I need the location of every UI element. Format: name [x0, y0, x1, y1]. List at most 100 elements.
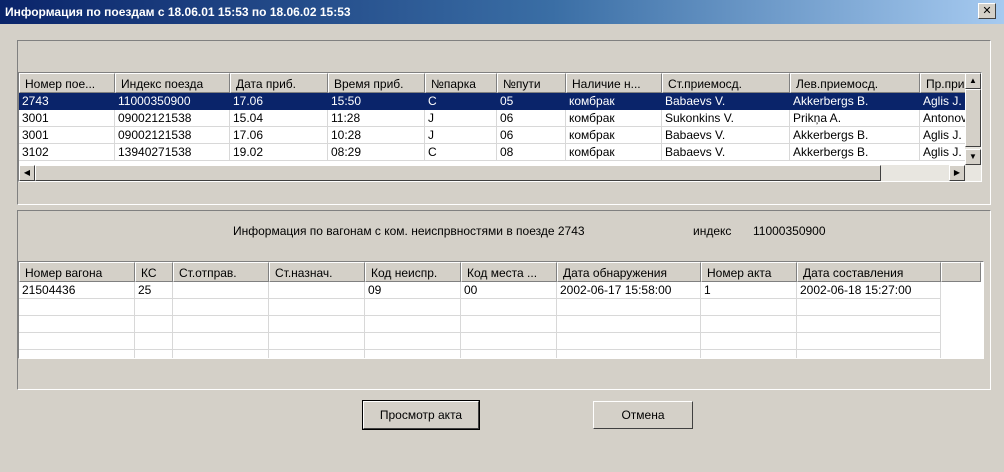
wagons-grid-header: Номер вагона КС Ст.отправ. Ст.назнач. Код не…	[19, 262, 981, 282]
arrow-up-icon: ▲	[969, 76, 977, 85]
wagons-table-cell	[269, 299, 365, 316]
trains-table-cell: 10:28	[328, 127, 425, 144]
wagons-table-cell	[19, 350, 135, 358]
wagons-table-cell: 25	[135, 282, 173, 299]
trains-table-cell: 3102	[19, 144, 115, 161]
wagons-table-cell	[797, 316, 941, 333]
trains-grid[interactable]: Номер пое... Индекс поезда Дата приб. Время…	[18, 72, 982, 182]
trains-column-header[interactable]: Лев.приемосд.	[790, 73, 920, 93]
wagons-table-cell	[365, 299, 461, 316]
trains-table-cell: 06	[497, 127, 566, 144]
wagons-table-cell	[269, 350, 365, 358]
wagons-table-cell	[797, 299, 941, 316]
trains-table-row[interactable]: 3001 09002121538 15.04 11:28 J 06 комбрак Sukon…	[19, 110, 980, 127]
wagons-table-cell	[135, 333, 173, 350]
trains-horizontal-scrollbar[interactable]: ◀ ▶	[19, 165, 981, 181]
close-button[interactable]: ✕	[978, 3, 996, 19]
wagons-table-cell	[797, 350, 941, 358]
wagons-table-cell	[269, 282, 365, 299]
scroll-left-button[interactable]: ◀	[19, 165, 35, 181]
trains-table-cell: 17.06	[230, 93, 328, 110]
wagons-table-cell	[701, 350, 797, 358]
trains-column-header[interactable]: Время приб.	[328, 73, 425, 93]
arrow-down-icon: ▼	[969, 152, 977, 161]
wagons-table-row[interactable]	[19, 299, 941, 316]
trains-table-cell: 11000350900	[115, 93, 230, 110]
trains-table-cell: 13940271538	[115, 144, 230, 161]
trains-table-cell: комбрак	[566, 144, 662, 161]
wagons-table-cell	[173, 333, 269, 350]
scroll-up-button[interactable]: ▲	[965, 73, 981, 89]
wagons-table-cell: 09	[365, 282, 461, 299]
wagons-table-cell	[19, 333, 135, 350]
trains-table-cell: C	[425, 93, 497, 110]
wagons-column-header[interactable]: Дата составления	[797, 262, 941, 282]
wagons-table-cell	[701, 333, 797, 350]
trains-column-header[interactable]: №пути	[497, 73, 566, 93]
wagons-table-cell	[461, 333, 557, 350]
wagons-column-header[interactable]: Код неиспр.	[365, 262, 461, 282]
wagons-column-header[interactable]: КС	[135, 262, 173, 282]
wagons-table-cell	[701, 299, 797, 316]
wagons-table-row[interactable]	[19, 316, 941, 333]
wagons-table-cell	[365, 316, 461, 333]
trains-table-cell: Akkerbergs B.	[790, 93, 920, 110]
wagons-column-header[interactable]: Номер акта	[701, 262, 797, 282]
trains-column-header[interactable]: Наличие н...	[566, 73, 662, 93]
scroll-down-button[interactable]: ▼	[965, 149, 981, 165]
trains-table-cell: комбрак	[566, 110, 662, 127]
wagons-table-cell	[557, 316, 701, 333]
trains-table-row[interactable]: 3102 13940271538 19.02 08:29 C 08 комбрак Babae…	[19, 144, 980, 161]
trains-table-cell: Prikņa A.	[790, 110, 920, 127]
wagons-table-cell	[19, 299, 135, 316]
wagons-table-cell	[557, 333, 701, 350]
trains-column-header[interactable]: Индекс поезда	[115, 73, 230, 93]
cancel-button[interactable]: Отмена	[593, 401, 693, 429]
wagons-table-row[interactable]	[19, 333, 941, 350]
wagons-table-row[interactable]	[19, 350, 941, 358]
trains-column-header[interactable]: Номер пое...	[19, 73, 115, 93]
wagons-column-header[interactable]: Дата обнаружения	[557, 262, 701, 282]
wagons-column-header[interactable]: Номер вагона	[19, 262, 135, 282]
wagons-table-cell	[173, 299, 269, 316]
trains-table-cell: 19.02	[230, 144, 328, 161]
wagons-table-cell	[135, 316, 173, 333]
trains-table-cell: 05	[497, 93, 566, 110]
wagons-table-cell	[135, 350, 173, 358]
view-act-button[interactable]: Просмотр акта	[362, 400, 480, 430]
vertical-scroll-thumb[interactable]	[965, 89, 981, 147]
index-value: 11000350900	[753, 224, 826, 238]
wagons-table-cell	[557, 350, 701, 358]
index-label: индекс	[693, 224, 732, 238]
trains-column-header[interactable]: №парка	[425, 73, 497, 93]
wagons-table-cell	[173, 282, 269, 299]
trains-table-cell: J	[425, 110, 497, 127]
trains-table-cell: 2743	[19, 93, 115, 110]
trains-table-row[interactable]: 3001 09002121538 17.06 10:28 J 06 комбрак Babae…	[19, 127, 980, 144]
arrow-right-icon: ▶	[953, 168, 961, 177]
wagons-table-cell	[797, 333, 941, 350]
window-title: Информация по поездам с 18.06.01 15:53 п…	[5, 5, 351, 19]
wagons-table-cell	[461, 316, 557, 333]
trains-table-cell: 3001	[19, 127, 115, 144]
wagons-table-cell: 00	[461, 282, 557, 299]
trains-table-cell: комбрак	[566, 93, 662, 110]
wagons-grid[interactable]: Номер вагона КС Ст.отправ. Ст.назнач. Код не…	[18, 261, 984, 359]
horizontal-scroll-thumb[interactable]	[35, 165, 881, 181]
scroll-right-button[interactable]: ▶	[949, 165, 965, 181]
trains-table-row[interactable]: 2743 11000350900 17.06 15:50 C 05 комбрак Babae…	[19, 93, 980, 110]
trains-column-header[interactable]: Дата приб.	[230, 73, 328, 93]
trains-table-cell: 08:29	[328, 144, 425, 161]
wagons-table-cell: 21504436	[19, 282, 135, 299]
trains-table-cell: Sukonkins V.	[662, 110, 790, 127]
wagons-column-header[interactable]: Ст.отправ.	[173, 262, 269, 282]
trains-table-cell: 11:28	[328, 110, 425, 127]
wagons-table-cell	[701, 316, 797, 333]
trains-column-header[interactable]: Ст.приемосд.	[662, 73, 790, 93]
wagons-column-header[interactable]: Ст.назнач.	[269, 262, 365, 282]
wagons-table-row[interactable]: 21504436 25 09 00 2002-06-17 15:58:00 1 2002-0…	[19, 282, 941, 299]
wagons-column-header[interactable]: Код места ...	[461, 262, 557, 282]
wagons-table-cell	[365, 350, 461, 358]
trains-vertical-scrollbar[interactable]: ▲ ▼	[965, 73, 981, 165]
wagons-header-filler	[941, 262, 981, 282]
